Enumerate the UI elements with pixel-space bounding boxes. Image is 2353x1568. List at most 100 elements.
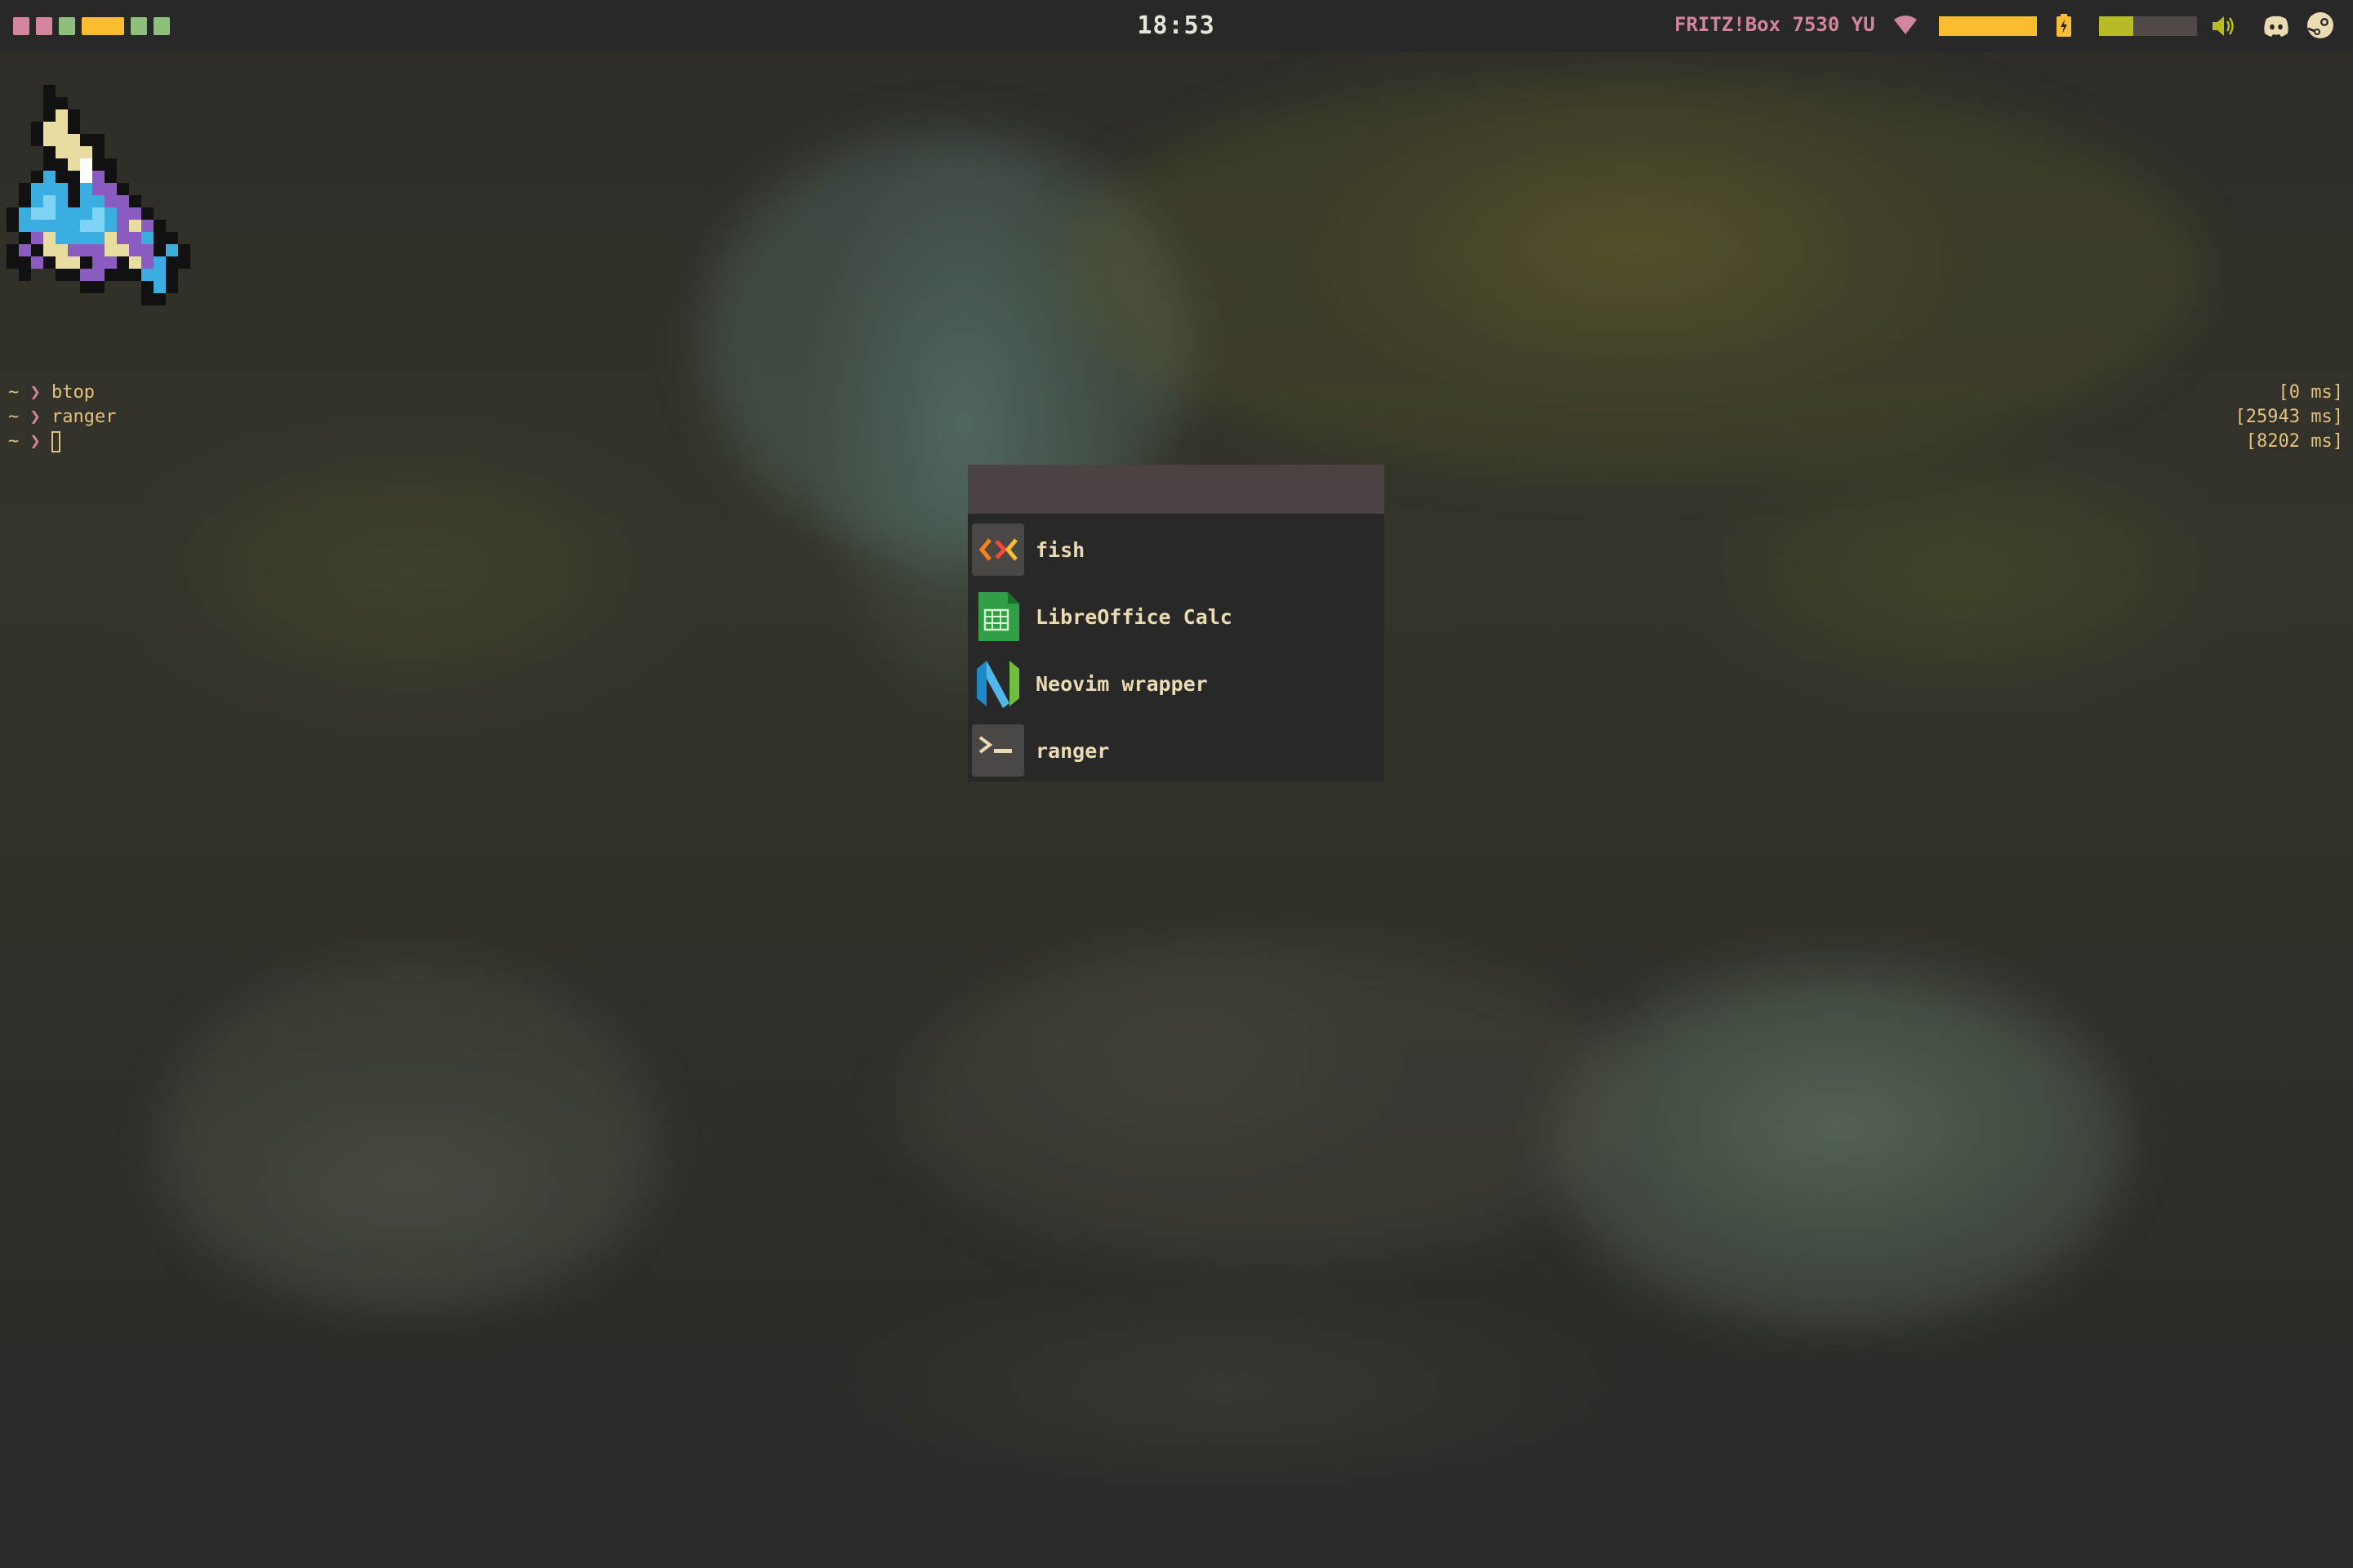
sprite-pixel: [154, 293, 166, 305]
sprite-pixel: [141, 244, 154, 256]
sprite-pixel: [7, 244, 19, 256]
sprite-pixel: [31, 244, 43, 256]
launcher-entry-libreoffice-calc[interactable]: LibreOffice Calc: [968, 583, 1384, 650]
sprite-pixel: [19, 195, 31, 207]
sprite-pixel: [43, 146, 56, 158]
sprite-pixel: [68, 183, 80, 195]
launcher-entry-label: ranger: [1036, 738, 1110, 763]
sprite-pixel: [31, 134, 43, 146]
sprite-pixel: [7, 207, 19, 220]
sprite-pixel: [117, 195, 129, 207]
sprite-pixel: [43, 195, 56, 207]
sprite-pixel: [129, 232, 141, 244]
sprite-pixel: [68, 207, 80, 220]
sprite-pixel: [43, 122, 56, 134]
sprite-pixel: [129, 207, 141, 220]
sprite-pixel: [105, 183, 117, 195]
sprite-pixel: [105, 207, 117, 220]
sprite-pixel: [129, 220, 141, 232]
sprite-pixel: [105, 232, 117, 244]
sprite-pixel: [141, 293, 154, 305]
sprite-pixel: [68, 122, 80, 134]
sprite-pixel: [141, 281, 154, 293]
launcher-entry-neovim-wrapper[interactable]: Neovim wrapper: [968, 650, 1384, 717]
terminal-cursor[interactable]: [51, 431, 60, 452]
launcher-search-input[interactable]: [968, 465, 1384, 514]
sprite-pixel: [19, 256, 31, 269]
sprite-pixel: [19, 220, 31, 232]
sprite-pixel: [154, 220, 166, 232]
workspace-2[interactable]: [36, 17, 52, 35]
sprite-pixel: [56, 97, 68, 109]
sprite-pixel: [141, 207, 154, 220]
launcher-entry-fish[interactable]: fish: [968, 516, 1384, 583]
sprite-pixel: [129, 195, 141, 207]
sprite-pixel: [80, 232, 92, 244]
sprite-pixel: [19, 269, 31, 281]
sprite-pixel: [92, 158, 105, 171]
sprite-pixel: [92, 171, 105, 183]
workspace-1[interactable]: [13, 17, 29, 35]
sprite-pixel: [68, 171, 80, 183]
wifi-icon[interactable]: [1893, 15, 1918, 36]
libreoffice-calc-icon: [972, 590, 1024, 643]
sprite-pixel: [117, 183, 129, 195]
sprite-pixel: [68, 256, 80, 269]
sprite-pixel: [154, 281, 166, 293]
sprite-pixel: [56, 220, 68, 232]
sprite-pixel: [80, 269, 92, 281]
command-timing: [8202 ms]: [2245, 431, 2343, 452]
network-name[interactable]: FRITZ!Box 7530 YU: [1674, 13, 1875, 36]
sprite-pixel: [117, 232, 129, 244]
sprite-pixel: [117, 244, 129, 256]
launcher-entry-ranger[interactable]: ranger: [968, 717, 1384, 784]
sprite-pixel: [154, 269, 166, 281]
sprite-pixel: [92, 134, 105, 146]
sprite-pixel: [166, 281, 178, 293]
workspace-4-active[interactable]: [82, 17, 124, 35]
steam-icon[interactable]: [2306, 11, 2334, 39]
sprite-pixel: [105, 269, 117, 281]
sprite-pixel: [56, 171, 68, 183]
sprite-pixel: [43, 134, 56, 146]
command-timing: [0 ms]: [2278, 382, 2343, 403]
sprite-pixel: [154, 232, 166, 244]
sprite-pixel: [92, 207, 105, 220]
sprite-pixel: [31, 207, 43, 220]
sprite-pixel: [166, 244, 178, 256]
volume-bar[interactable]: [2099, 16, 2197, 36]
prompt-symbol: ❯: [29, 431, 41, 452]
terminal-line: ~ ❯ ranger: [8, 405, 116, 430]
launcher-entry-label: Neovim wrapper: [1036, 671, 1208, 696]
workspace-3[interactable]: [59, 17, 75, 35]
speaker-icon[interactable]: [2210, 13, 2236, 39]
sprite-pixel: [92, 220, 105, 232]
sprite-pixel: [80, 195, 92, 207]
command-text: btop: [51, 382, 95, 403]
sprite-pixel: [7, 220, 19, 232]
sprite-pixel: [56, 244, 68, 256]
clock[interactable]: 18:53: [1135, 11, 1217, 40]
discord-icon[interactable]: [2262, 13, 2290, 39]
sprite-pixel: [129, 256, 141, 269]
sprite-pixel: [43, 232, 56, 244]
sprite-pixel: [166, 269, 178, 281]
terminal-prompt-line[interactable]: ~ ❯: [8, 430, 60, 454]
sprite-pixel: [154, 256, 166, 269]
sprite-pixel: [7, 256, 19, 269]
workspace-5[interactable]: [131, 17, 147, 35]
sprite-pixel: [141, 269, 154, 281]
sprite-pixel: [105, 220, 117, 232]
sprite-pixel: [80, 207, 92, 220]
sprite-pixel: [56, 183, 68, 195]
desktop-wallpaper: [0, 0, 2353, 1568]
sprite-pixel: [105, 195, 117, 207]
command-text: ranger: [51, 407, 117, 427]
sprite-pixel: [80, 134, 92, 146]
sprite-pixel: [92, 146, 105, 158]
sprite-pixel: [80, 183, 92, 195]
sprite-pixel: [68, 232, 80, 244]
sprite-pixel: [68, 109, 80, 122]
sprite-pixel: [43, 171, 56, 183]
workspace-6[interactable]: [154, 17, 170, 35]
